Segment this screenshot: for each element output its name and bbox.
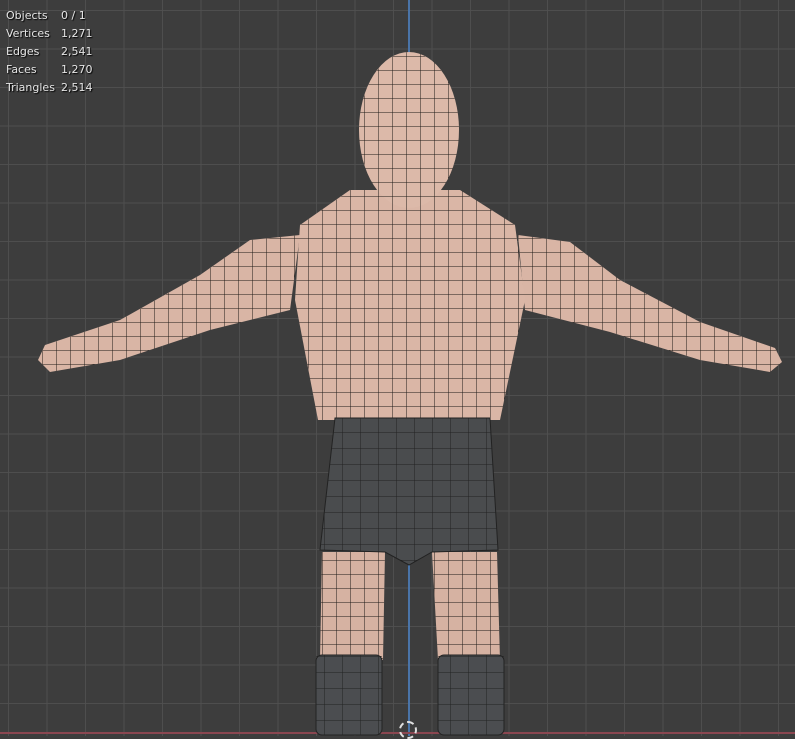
shorts	[319, 417, 499, 566]
stat-triangles: Triangles 2,514	[6, 81, 93, 94]
stat-faces: Faces 1,270	[6, 63, 93, 76]
stat-objects: Objects 0 / 1	[6, 9, 86, 22]
body-skin	[38, 52, 782, 660]
stat-edges: Edges 2,541	[6, 45, 93, 58]
3d-cursor-icon[interactable]	[399, 721, 417, 739]
character-mesh[interactable]	[0, 0, 795, 736]
statistics-overlay: Objects 0 / 1 Vertices 1,271 Edges 2,541 Fa…	[6, 7, 93, 97]
stat-vertices: Vertices 1,271	[6, 27, 93, 40]
